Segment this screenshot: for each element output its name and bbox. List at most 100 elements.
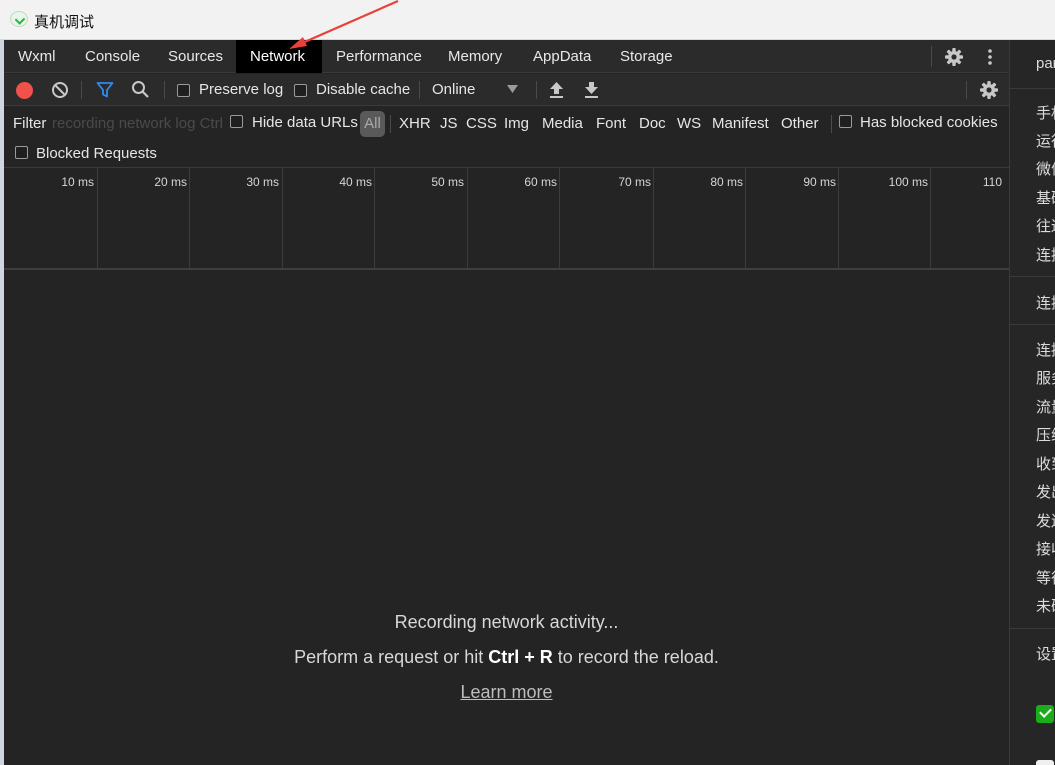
timeline-tick-label: 110 — [982, 175, 1002, 189]
learn-more-link[interactable]: Learn more — [460, 682, 552, 702]
timeline-gridline — [282, 168, 283, 268]
has-blocked-cookies-label: Has blocked cookies — [860, 114, 998, 131]
panel-item: 流量 — [1036, 399, 1055, 416]
filter-type-css[interactable]: CSS — [466, 114, 497, 134]
tab-storage[interactable]: Storage — [606, 40, 687, 73]
export-har-icon[interactable] — [583, 81, 600, 99]
filter-type-font[interactable]: Font — [596, 114, 626, 134]
tab-performance[interactable]: Performance — [322, 40, 436, 73]
panel-checked-checkbox[interactable] — [1036, 705, 1054, 723]
timeline-tick-label: 10 ms — [61, 175, 94, 189]
preserve-log-label: Preserve log — [199, 81, 284, 98]
record-button[interactable] — [16, 82, 33, 99]
filter-type-manifest[interactable]: Manifest — [712, 114, 769, 134]
timeline-gridline — [745, 168, 746, 268]
timeline-gridline — [374, 168, 375, 268]
panel-item: 发送 — [1036, 513, 1055, 530]
panel-item: 往返 — [1036, 218, 1055, 235]
tab-memory[interactable]: Memory — [434, 40, 516, 73]
preserve-log-checkbox[interactable] — [177, 84, 190, 97]
filter-type-ws[interactable]: WS — [677, 114, 701, 134]
panel-item: 接收 — [1036, 541, 1055, 558]
panel-item: 服务 — [1036, 370, 1055, 387]
devtools-panel: Wxml Console Sources Network Performance… — [4, 40, 1009, 765]
divider — [1010, 628, 1055, 629]
timeline-overview[interactable]: 10 ms 20 ms 30 ms 40 ms 50 ms 60 ms 70 m… — [4, 168, 1009, 270]
panel-item: 手机 — [1036, 105, 1055, 122]
filter-type-js[interactable]: JS — [440, 114, 458, 134]
panel-item: 未确 — [1036, 598, 1055, 615]
devtools-tab-bar: Wxml Console Sources Network Performance… — [4, 40, 1009, 73]
timeline-tick-label: 80 ms — [710, 175, 743, 189]
divider — [390, 115, 391, 133]
tab-console[interactable]: Console — [71, 40, 154, 73]
panel-item: par — [1036, 55, 1055, 72]
empty-state-hint: Perform a request or hit Ctrl + R to rec… — [4, 647, 1009, 668]
filter-type-media[interactable]: Media — [542, 114, 583, 134]
panel-item: 压缩 — [1036, 427, 1055, 444]
timeline-gridline — [467, 168, 468, 268]
timeline-gridline — [653, 168, 654, 268]
timeline-gridline — [559, 168, 560, 268]
throttling-select[interactable]: Online — [432, 74, 475, 106]
hint-text: to record the reload. — [552, 647, 719, 667]
import-har-icon[interactable] — [548, 81, 565, 99]
timeline-tick-label: 30 ms — [246, 175, 279, 189]
tab-wxml[interactable]: Wxml — [4, 40, 70, 73]
chevron-down-icon[interactable] — [507, 85, 518, 94]
divider — [419, 81, 420, 99]
divider — [536, 81, 537, 99]
timeline-tick-label: 40 ms — [339, 175, 372, 189]
filter-type-doc[interactable]: Doc — [639, 114, 666, 134]
filter-icon[interactable] — [96, 81, 114, 99]
hint-text: Perform a request or hit — [294, 647, 489, 667]
filter-background-text: recording network log Ctrl — [52, 115, 223, 132]
filter-type-all[interactable]: All — [360, 111, 385, 137]
divider — [81, 81, 82, 99]
timeline-gridline — [189, 168, 190, 268]
timeline-gridline — [930, 168, 931, 268]
panel-item: 连接 — [1036, 247, 1055, 264]
filter-type-other[interactable]: Other — [781, 114, 819, 134]
divider — [1010, 276, 1055, 277]
tab-sources[interactable]: Sources — [154, 40, 237, 73]
disable-cache-checkbox[interactable] — [294, 84, 307, 97]
timeline-gridline — [97, 168, 98, 268]
learn-more-row: Learn more — [4, 682, 1009, 703]
clear-icon[interactable] — [51, 81, 69, 99]
panel-item: 运行 — [1036, 133, 1055, 150]
filter-bar: Filter recording network log Ctrl Hide d… — [4, 107, 1009, 168]
filter-label: Filter — [13, 115, 47, 132]
hide-data-urls-label: Hide data URLs — [252, 114, 358, 131]
blocked-requests-label: Blocked Requests — [36, 145, 157, 162]
timeline-tick-label: 50 ms — [431, 175, 464, 189]
filter-type-xhr[interactable]: XHR — [399, 114, 431, 134]
hint-shortcut: Ctrl + R — [488, 647, 553, 667]
network-toolbar: Preserve log Disable cache Online — [4, 74, 1009, 106]
panel-checkbox[interactable] — [1036, 760, 1054, 765]
right-info-panel: par 手机 运行 微信 基础 往返 连接 连接 连接 服务 流量 压缩 收到 … — [1009, 40, 1055, 765]
disable-cache-label: Disable cache — [316, 81, 411, 98]
divider — [1010, 324, 1055, 325]
has-blocked-cookies-checkbox[interactable] — [839, 115, 852, 128]
tab-appdata[interactable]: AppData — [519, 40, 605, 73]
blocked-requests-checkbox[interactable] — [15, 146, 28, 159]
tab-network[interactable]: Network — [236, 40, 322, 73]
panel-item: 设置 — [1036, 646, 1055, 663]
app-logo-icon — [10, 11, 28, 27]
divider — [1010, 88, 1055, 89]
more-options-icon[interactable] — [980, 47, 1000, 67]
panel-item: 收到 — [1036, 456, 1055, 473]
divider — [831, 115, 832, 133]
settings-gear-icon[interactable] — [944, 47, 964, 67]
network-settings-gear-icon[interactable] — [979, 80, 999, 100]
timeline-tick-label: 70 ms — [618, 175, 651, 189]
panel-item: 发出 — [1036, 484, 1055, 501]
search-icon[interactable] — [131, 80, 150, 99]
filter-type-img[interactable]: Img — [504, 114, 529, 134]
hide-data-urls-checkbox[interactable] — [230, 115, 243, 128]
divider — [164, 81, 165, 99]
empty-state-title: Recording network activity... — [394, 612, 619, 632]
timeline-tick-label: 20 ms — [154, 175, 187, 189]
panel-item: 连接 — [1036, 295, 1055, 312]
